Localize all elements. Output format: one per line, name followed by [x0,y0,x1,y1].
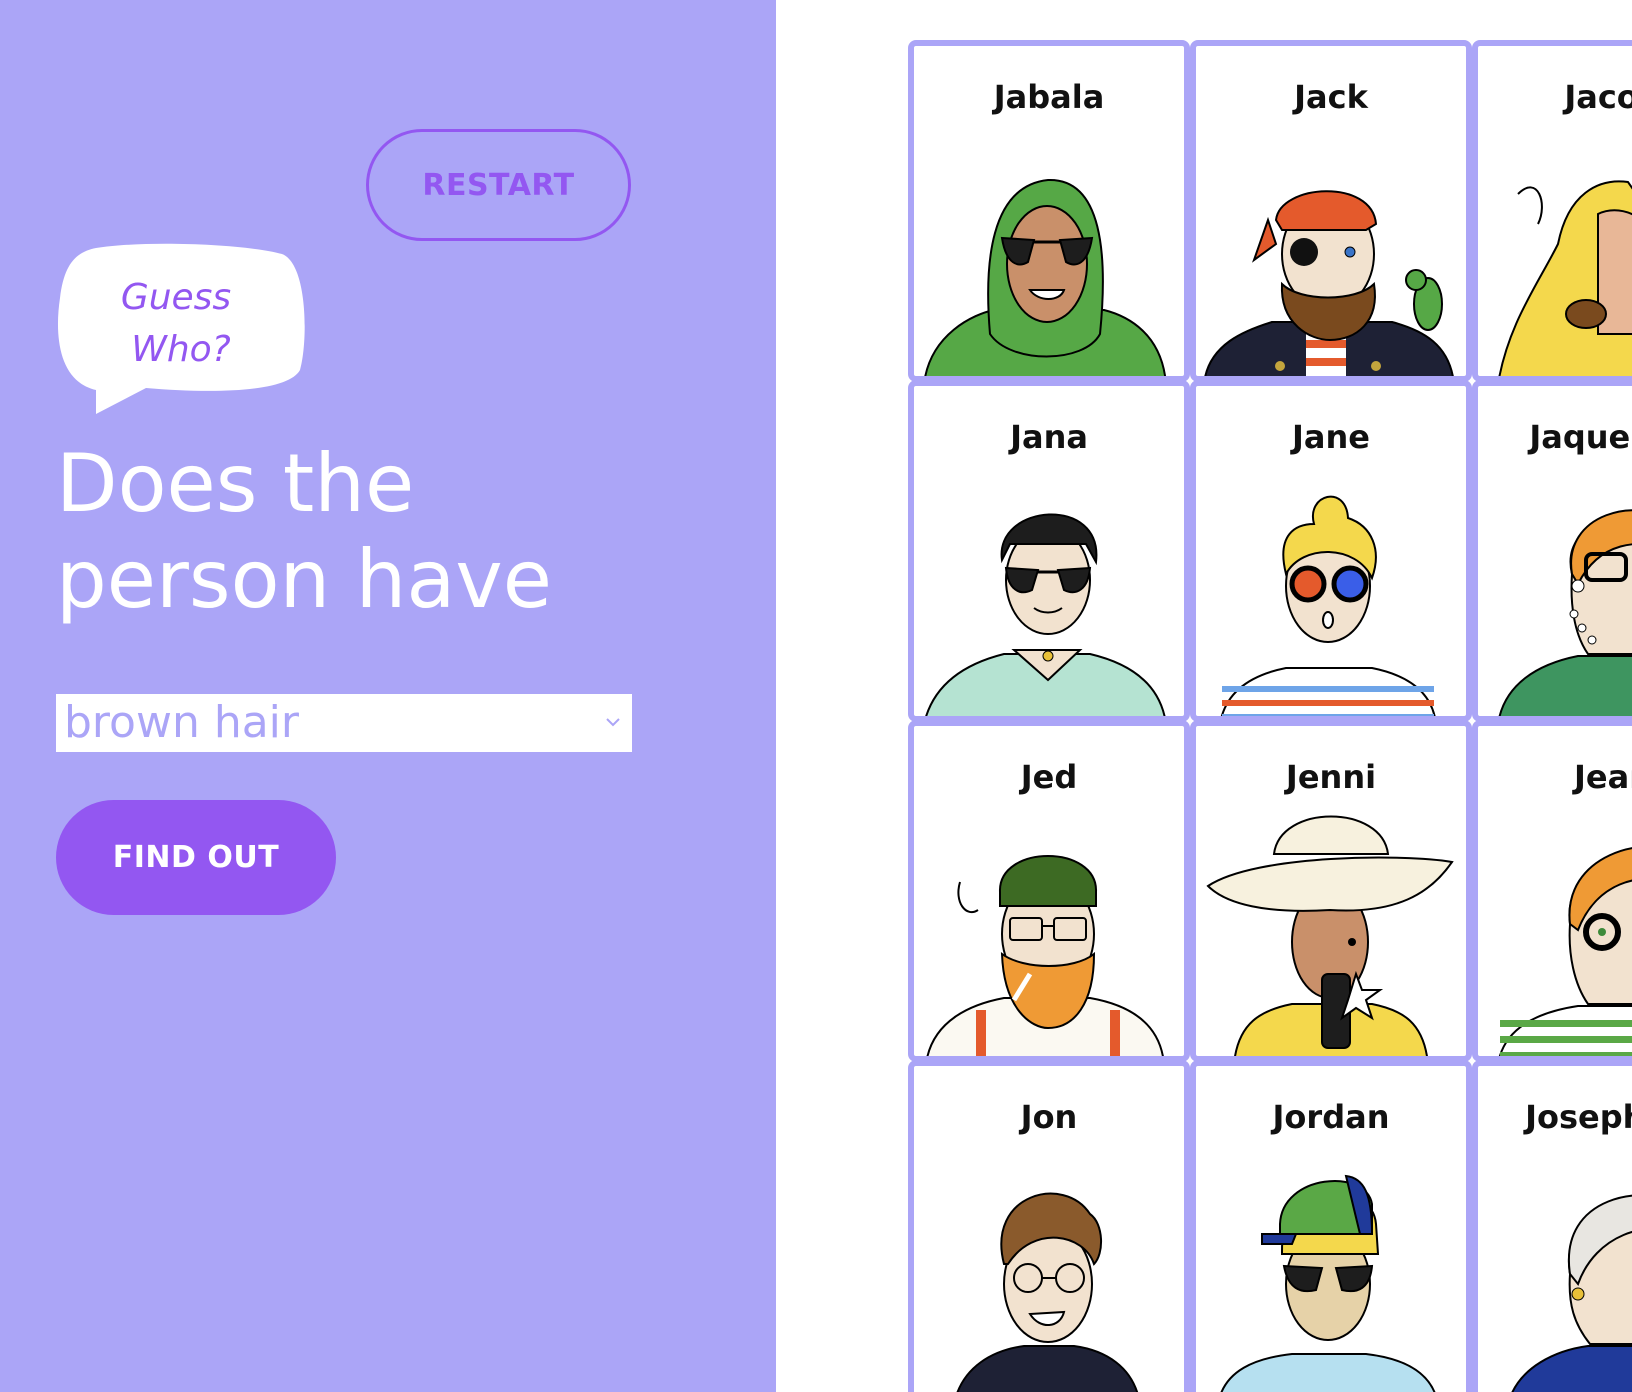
sidebar-panel: RESTART Guess Who? Does the person have … [0,0,776,1392]
character-card[interactable]: Jabala [908,40,1190,382]
character-portrait-icon [926,855,1164,1056]
question-line-1: Does the [56,437,415,530]
character-portrait-icon [1498,847,1632,1056]
character-board: Jabala Jack Jac Jana Jane Jaque Jed Jenn… [776,0,1632,1392]
character-name: Jack [1294,78,1368,116]
speech-bubble-logo: Guess Who? [56,242,310,416]
logo-line-who: Who? [131,329,231,370]
character-portrait-icon [1511,1194,1632,1392]
character-portrait-icon [1498,509,1632,716]
character-portrait-icon [956,1192,1139,1392]
chevron-down-icon [606,718,620,727]
character-name: Jenni [1285,758,1377,796]
restart-button[interactable]: RESTART [366,129,631,241]
character-portrait-icon [924,178,1166,376]
character-card[interactable]: Jacob [1472,40,1632,382]
character-card[interactable]: Jon [908,1060,1190,1392]
character-card[interactable]: Jack [1190,40,1472,382]
character-portrait-icon [1220,1174,1436,1392]
character-name: Jean [1574,758,1632,796]
character-portrait-icon [1206,815,1454,1056]
character-card[interactable]: Jenni [1190,720,1472,1062]
character-name: Jacob [1564,78,1632,116]
character-card[interactable]: Jana [908,380,1190,722]
character-portrait-icon [1204,190,1454,376]
character-name: Jordan [1272,1098,1390,1136]
find-out-button[interactable]: FIND OUT [56,800,336,915]
character-card[interactable]: Jed [908,720,1190,1062]
character-name: Jana [1010,418,1088,456]
character-name: Jaqueline [1529,418,1632,456]
character-card[interactable]: Jane [1190,380,1472,722]
logo-line-guess: Guess [120,277,232,318]
question-heading: Does the person have [56,436,736,628]
character-name: Josephine [1525,1098,1632,1136]
character-name: Jabala [993,78,1105,116]
character-name: Jane [1292,418,1370,456]
attribute-select-value: brown hair [64,697,299,748]
character-name: Jon [1020,1098,1078,1136]
character-card[interactable]: Jean [1472,720,1632,1062]
character-portrait-icon [1498,180,1632,376]
attribute-select[interactable]: brown hair [56,694,632,752]
character-card[interactable]: Jaqueline [1472,380,1632,722]
character-card[interactable]: Jordan [1190,1060,1472,1392]
character-card[interactable]: Josephine [1472,1060,1632,1392]
question-line-2: person have [56,533,552,626]
character-name: Jed [1020,758,1078,796]
character-portrait-icon [1220,495,1436,716]
character-portrait-icon [925,513,1166,716]
